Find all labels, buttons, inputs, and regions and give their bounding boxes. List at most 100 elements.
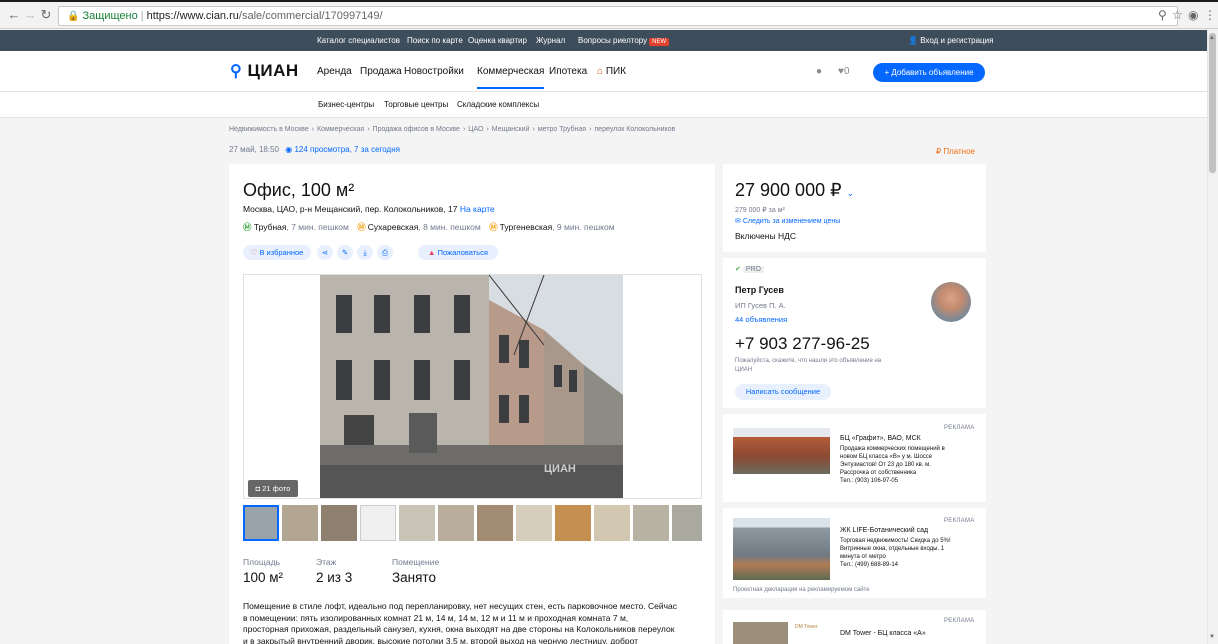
breadcrumb-item[interactable]: переулок Колокольников	[594, 126, 675, 133]
param-label: Помещение	[392, 557, 440, 567]
metro-station[interactable]: Сухаревская	[368, 222, 419, 232]
photo-thumbnail[interactable]	[399, 505, 435, 541]
scrollbar-thumb[interactable]	[1209, 33, 1216, 173]
favorites-count: 0	[843, 66, 850, 77]
nav-commercial[interactable]: Коммерческая	[477, 66, 545, 89]
reload-icon[interactable]: ↻	[38, 6, 54, 24]
metro-list: Ⓜ Трубная, 7 мин. пешком Ⓜ Сухаревская, 8…	[243, 221, 615, 233]
print-button[interactable]: ⎙	[377, 245, 393, 260]
topbar-link-journal[interactable]: Журнал	[536, 36, 565, 45]
share-button[interactable]: ⋖	[317, 245, 333, 260]
subnav-shopping-centers[interactable]: Торговые центры	[384, 100, 448, 109]
param-label: Площадь	[243, 557, 281, 567]
ad-label: РЕКЛАМА	[944, 425, 975, 431]
ad-title: DM Tower - БЦ класса «А»	[840, 630, 926, 637]
ad-line: Рассрочка от собственника	[840, 470, 917, 476]
complain-button[interactable]: ▲ Пожаловаться	[418, 245, 498, 260]
metro-station[interactable]: Тургеневская	[500, 222, 553, 232]
breadcrumb-item[interactable]: ЦАО	[468, 126, 483, 133]
edit-button[interactable]: ✎	[337, 245, 353, 260]
favorite-button[interactable]: ♡ В избранное	[243, 245, 311, 260]
new-badge: NEW	[649, 38, 670, 46]
metro-station[interactable]: Трубная	[254, 222, 287, 232]
breadcrumb-item[interactable]: Недвижимость в Москве	[229, 126, 309, 133]
add-listing-button[interactable]: + Добавить объявление	[873, 63, 985, 82]
main-photo[interactable]: ЦИАН	[243, 274, 702, 499]
description-line: в помещении: пять изолированных комнат 2…	[243, 612, 629, 623]
map-link[interactable]: На карте	[460, 204, 495, 214]
cian-logo[interactable]: ⚲ ЦИАН	[230, 61, 299, 81]
breadcrumb-item[interactable]: метро Трубная	[538, 126, 586, 133]
mail-icon: ✉	[735, 218, 743, 225]
agent-name[interactable]: Петр Гусев	[735, 285, 784, 295]
scroll-up-icon[interactable]: ▲	[1209, 35, 1215, 41]
photo-thumbnail[interactable]	[438, 505, 474, 541]
nav-newbuildings[interactable]: Новостройки	[404, 66, 464, 77]
publish-date: 27 май, 18:50	[229, 145, 280, 154]
write-message-button[interactable]: Написать сообщение	[735, 384, 831, 400]
photo-thumbnail[interactable]	[321, 505, 357, 541]
login-link[interactable]: 👤 Вход и регистрация	[908, 36, 993, 45]
vat-info: Включены НДС	[735, 231, 796, 241]
price-dropdown-icon[interactable]: ⌄	[847, 188, 855, 198]
subnav-warehouses[interactable]: Складские комплексы	[457, 100, 539, 109]
topbar-link-specialists[interactable]: Каталог специалистов	[317, 36, 400, 45]
address-bar[interactable]: 🔒 Защищено | https://www.cian.ru/sale/comm…	[58, 6, 1178, 26]
param-value: 2 из 3	[316, 570, 353, 585]
favorites-heart[interactable]: ♥0	[838, 66, 850, 77]
nav-pik[interactable]: ⌂ ПИК	[597, 66, 626, 77]
breadcrumb-item[interactable]: Мещанский	[492, 126, 530, 133]
nav-mortgage[interactable]: Ипотека	[549, 66, 587, 77]
secure-label: Защищено	[82, 10, 138, 22]
zoom-icon[interactable]: ⚲	[1158, 8, 1167, 22]
photo-thumbnail[interactable]	[633, 505, 669, 541]
back-icon[interactable]: ←	[6, 6, 22, 24]
metro-time: , 8 мин. пешком	[418, 222, 481, 232]
breadcrumb-item[interactable]: Коммерческая	[317, 126, 364, 133]
topbar-link-map[interactable]: Поиск по карте	[407, 36, 463, 45]
photo-thumbnail[interactable]	[282, 505, 318, 541]
photo-thumbnail[interactable]	[243, 505, 279, 541]
pro-badge: ✔ PRO	[735, 265, 764, 273]
nav-sale[interactable]: Продажа	[360, 66, 402, 77]
photo-count-badge[interactable]: ◘ 21 фото	[248, 480, 298, 497]
agent-listings-link[interactable]: 44 объявления	[735, 315, 787, 324]
topbar-link-questions[interactable]: Вопросы риелтору NEW	[578, 36, 670, 46]
photo-thumbnail[interactable]	[672, 505, 702, 541]
metro-icon: Ⓜ	[243, 222, 252, 232]
bookmark-star-icon[interactable]: ☆	[1172, 8, 1183, 22]
photo-thumbnail[interactable]	[594, 505, 630, 541]
views-count[interactable]: 124 просмотра, 7 за сегодня	[294, 145, 399, 154]
photo-thumbnail[interactable]	[477, 505, 513, 541]
building-photo	[244, 275, 701, 498]
follow-label: Следить за изменением цены	[742, 218, 841, 225]
photo-thumbnail[interactable]	[360, 505, 396, 541]
metro-icon: Ⓜ	[357, 222, 366, 232]
eye-icon: ◉	[285, 145, 293, 154]
photo-thumbnail[interactable]	[555, 505, 591, 541]
param-value: 100 м²	[243, 570, 284, 585]
download-button[interactable]: ⤓	[357, 245, 373, 260]
menu-dots-icon[interactable]: ⋮	[1204, 8, 1216, 22]
scroll-down-icon[interactable]: ▼	[1209, 634, 1215, 640]
subnav-business-centers[interactable]: Бизнес-центры	[318, 100, 374, 109]
ad-label: РЕКЛАМА	[944, 618, 975, 624]
agent-note: Пожалуйста, скажите, что нашли это объяв…	[735, 357, 915, 375]
breadcrumb-item[interactable]: Продажа офисов в Москве	[373, 126, 460, 133]
agent-phone[interactable]: +7 903 277-96-25	[735, 334, 870, 354]
pro-label: PRO	[742, 266, 764, 273]
user-icon: 👤	[908, 36, 921, 45]
extension-icon[interactable]: ◉	[1188, 8, 1198, 22]
url-path: /sale/commercial/170997149/	[238, 10, 383, 22]
listing-meta: 27 май, 18:50 ◉ 124 просмотра, 7 за сего…	[229, 145, 400, 154]
follow-price-link[interactable]: ✉ Следить за изменением цены	[735, 217, 840, 225]
topbar-link-valuation[interactable]: Оценка квартир	[468, 36, 527, 45]
ad-label: РЕКЛАМА	[944, 518, 975, 524]
param-value: Занято	[392, 570, 436, 585]
forward-icon[interactable]: →	[22, 6, 38, 24]
logo-pin-icon: ⚲	[230, 63, 243, 80]
photo-thumbnail[interactable]	[516, 505, 552, 541]
ad-brand-logo: DM Tower	[795, 624, 818, 630]
chat-icon[interactable]: ●	[816, 66, 822, 77]
nav-rent[interactable]: Аренда	[317, 66, 352, 77]
